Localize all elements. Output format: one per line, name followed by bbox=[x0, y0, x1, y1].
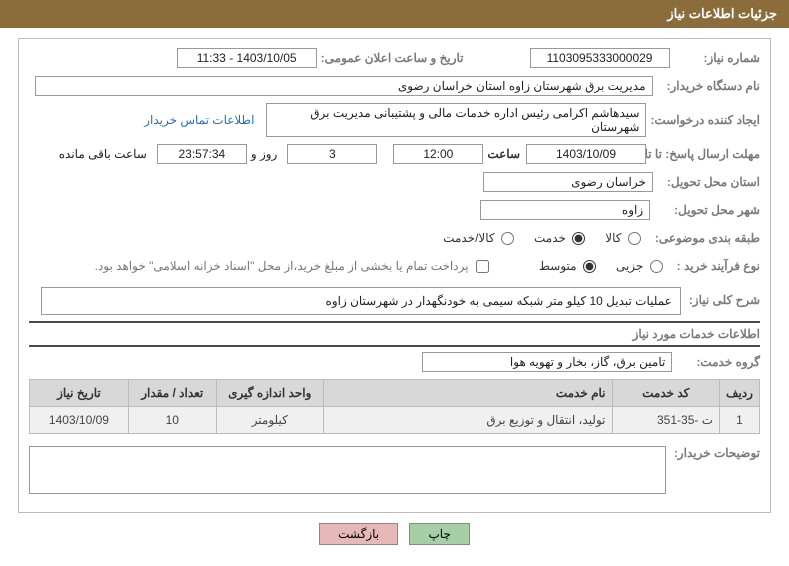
row-buyer-notes: توضیحات خریدار: bbox=[29, 442, 760, 494]
td-code: ت -35-351 bbox=[612, 407, 720, 434]
row-proc-type: نوع فرآیند خرید : جزیی متوسط پرداخت تمام… bbox=[29, 255, 760, 277]
divider-1 bbox=[29, 321, 760, 323]
row-deliv-city: شهر محل تحویل: زاوه bbox=[29, 199, 760, 221]
payment-checkbox[interactable] bbox=[476, 260, 489, 273]
days-and-text: روز و bbox=[251, 147, 278, 161]
remaining-suffix: ساعت باقی مانده bbox=[59, 147, 147, 161]
row-requester: ایجاد کننده درخواست: سیدهاشم اکرامی رئیس… bbox=[29, 103, 760, 137]
td-date: 1403/10/09 bbox=[30, 407, 129, 434]
buyer-contact-link[interactable]: اطلاعات تماس خریدار bbox=[144, 113, 254, 127]
row-need-number: شماره نیاز: 1103095333000029 تاریخ و ساع… bbox=[29, 47, 760, 69]
buyer-notes-label: توضیحات خریدار: bbox=[674, 446, 760, 460]
page-title-bar: جزئیات اطلاعات نیاز bbox=[0, 0, 789, 28]
td-name: تولید، انتقال و توزیع برق bbox=[323, 407, 612, 434]
announce-dt-value: 1403/10/05 - 11:33 bbox=[177, 48, 317, 68]
row-description: شرح کلی نیاز: عملیات تبدیل 10 کیلو متر ش… bbox=[29, 287, 760, 315]
radio-jozi[interactable]: جزیی bbox=[616, 259, 663, 273]
radio-motavaset-input[interactable] bbox=[583, 260, 596, 273]
th-unit: واحد اندازه گیری bbox=[216, 380, 323, 407]
row-buyer-org: نام دستگاه خریدار: مدیریت برق شهرستان زا… bbox=[29, 75, 760, 97]
radio-khedmat-input[interactable] bbox=[572, 232, 585, 245]
print-button[interactable]: چاپ bbox=[409, 523, 469, 545]
buyer-org-value: مدیریت برق شهرستان زاوه استان خراسان رضو… bbox=[35, 76, 653, 96]
radio-kalakhedmat-input[interactable] bbox=[501, 232, 514, 245]
services-section-title: اطلاعات خدمات مورد نیاز bbox=[29, 327, 760, 341]
requester-value: سیدهاشم اکرامی رئیس اداره خدمات مالی و پ… bbox=[266, 103, 646, 137]
th-code: کد خدمت bbox=[612, 380, 720, 407]
th-name: نام خدمت bbox=[323, 380, 612, 407]
desc-text: عملیات تبدیل 10 کیلو متر شبکه سیمی به خو… bbox=[326, 294, 672, 308]
service-group-label: گروه خدمت: bbox=[696, 355, 760, 369]
radio-kalakhedmat[interactable]: کالا/خدمت bbox=[443, 231, 514, 245]
button-row: چاپ بازگشت bbox=[18, 523, 771, 545]
classification-label: طبقه بندی موضوعی: bbox=[655, 231, 760, 245]
buyer-notes-box bbox=[29, 446, 666, 494]
back-button[interactable]: بازگشت bbox=[319, 523, 398, 545]
payment-note-wrap: پرداخت تمام یا بخشی از مبلغ خرید،از محل … bbox=[95, 259, 489, 273]
desc-box: عملیات تبدیل 10 کیلو متر شبکه سیمی به خو… bbox=[41, 287, 681, 315]
desc-label: شرح کلی نیاز: bbox=[689, 293, 760, 307]
th-date: تاریخ نیاز bbox=[30, 380, 129, 407]
time-remaining-value: 23:57:34 bbox=[157, 144, 247, 164]
buyer-org-label: نام دستگاه خریدار: bbox=[667, 79, 761, 93]
deadline-time-value: 12:00 bbox=[393, 144, 483, 164]
radio-kala-input[interactable] bbox=[628, 232, 641, 245]
deliv-prov-value: خراسان رضوی bbox=[483, 172, 653, 192]
service-group-value: تامین برق، گاز، بخار و تهویه هوا bbox=[422, 352, 672, 372]
radio-khedmat[interactable]: خدمت bbox=[534, 231, 585, 245]
th-row: ردیف bbox=[720, 380, 760, 407]
divider-2 bbox=[29, 345, 760, 347]
services-table: ردیف کد خدمت نام خدمت واحد اندازه گیری ت… bbox=[29, 379, 760, 434]
need-no-label: شماره نیاز: bbox=[704, 51, 760, 65]
deadline-label: مهلت ارسال پاسخ: تا تاریخ: bbox=[650, 147, 760, 161]
row-deliv-prov: استان محل تحویل: خراسان رضوی bbox=[29, 171, 760, 193]
deliv-city-value: زاوه bbox=[480, 200, 650, 220]
deliv-city-label: شهر محل تحویل: bbox=[674, 203, 760, 217]
td-qty: 10 bbox=[128, 407, 216, 434]
page-title: جزئیات اطلاعات نیاز bbox=[667, 6, 777, 21]
row-classification: طبقه بندی موضوعی: کالا خدمت کالا/خدمت bbox=[29, 227, 760, 249]
radio-kala[interactable]: کالا bbox=[605, 231, 641, 245]
radio-motavaset[interactable]: متوسط bbox=[539, 259, 596, 273]
td-unit: کیلومتر bbox=[216, 407, 323, 434]
deadline-date-value: 1403/10/09 bbox=[526, 144, 646, 164]
announce-dt-label: تاریخ و ساعت اعلان عمومی: bbox=[321, 51, 464, 65]
need-no-value: 1103095333000029 bbox=[530, 48, 670, 68]
proc-type-label: نوع فرآیند خرید : bbox=[677, 259, 760, 273]
main-panel: شماره نیاز: 1103095333000029 تاریخ و ساع… bbox=[18, 38, 771, 513]
deliv-prov-label: استان محل تحویل: bbox=[667, 175, 760, 189]
radio-jozi-input[interactable] bbox=[650, 260, 663, 273]
days-remaining-value: 3 bbox=[287, 144, 377, 164]
payment-note-text: پرداخت تمام یا بخشی از مبلغ خرید،از محل … bbox=[95, 259, 469, 273]
table-row: 1 ت -35-351 تولید، انتقال و توزیع برق کی… bbox=[30, 407, 760, 434]
row-deadline: مهلت ارسال پاسخ: تا تاریخ: 1403/10/09 سا… bbox=[29, 143, 760, 165]
requester-label: ایجاد کننده درخواست: bbox=[650, 113, 760, 127]
row-service-group: گروه خدمت: تامین برق، گاز، بخار و تهویه … bbox=[29, 351, 760, 373]
td-row: 1 bbox=[720, 407, 760, 434]
th-qty: تعداد / مقدار bbox=[128, 380, 216, 407]
time-word: ساعت bbox=[487, 147, 520, 161]
